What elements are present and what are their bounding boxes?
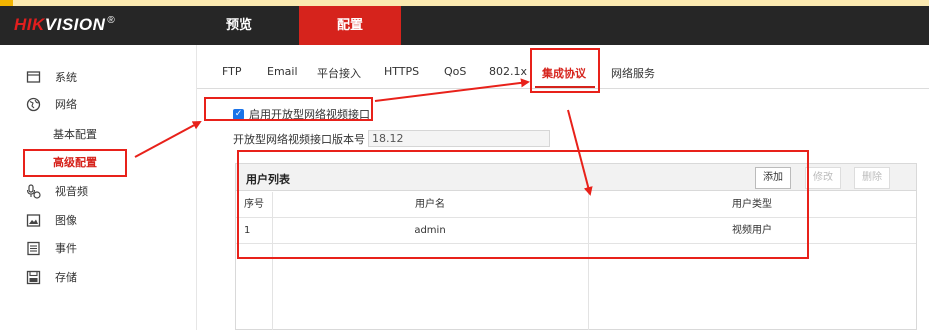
sidebar-item-basic-config[interactable]: 基本配置	[0, 123, 196, 145]
column-header-user-type: 用户类型	[732, 199, 772, 210]
column-divider	[588, 192, 589, 330]
sidebar-item-network[interactable]: 网络	[0, 93, 196, 115]
sidebar-item-label: 存储	[55, 271, 77, 284]
table-row[interactable]: 1 admin 视频用户	[236, 218, 916, 244]
column-divider	[272, 192, 273, 330]
user-table: 序号 用户名 用户类型 1 admin 视频用户	[236, 192, 916, 244]
main-content: FTP Email 平台接入 HTTPS QoS 802.1x 集成协议 网络服…	[196, 45, 929, 330]
sidebar-item-image[interactable]: 图像	[0, 209, 196, 231]
sidebar-item-label: 图像	[55, 214, 77, 227]
cell-username: admin	[414, 225, 446, 236]
user-list-header: 用户列表 添加 修改 删除	[236, 164, 916, 191]
cell-user-type: 视频用户	[732, 225, 772, 236]
tab-ftp[interactable]: FTP	[222, 65, 242, 78]
sidebar-item-advanced-config[interactable]: 高级配置	[0, 151, 196, 173]
microphone-camera-icon	[26, 184, 41, 199]
tab-8021x[interactable]: 802.1x	[489, 65, 527, 78]
tab-integration-protocol[interactable]: 集成协议	[542, 65, 586, 81]
active-tab-underline	[535, 86, 595, 88]
column-header-username: 用户名	[415, 199, 445, 210]
sidebar-item-label: 高级配置	[53, 156, 97, 169]
tab-network-service[interactable]: 网络服务	[611, 65, 655, 81]
document-list-icon	[27, 241, 40, 256]
sidebar-item-label: 网络	[55, 98, 77, 111]
globe-icon	[26, 97, 41, 112]
tab-email[interactable]: Email	[267, 65, 298, 78]
hikvision-logo: HIKVISION ®	[14, 15, 116, 34]
onvif-version-label: 开放型网络视频接口版本号	[233, 132, 365, 146]
cell-no: 1	[244, 225, 251, 236]
tab-https[interactable]: HTTPS	[384, 65, 419, 78]
nav-preview[interactable]: 预览	[196, 6, 282, 45]
onvif-version-field: 18.12	[368, 130, 550, 147]
sidebar-item-label: 视音频	[55, 185, 88, 198]
add-user-button[interactable]: 添加	[755, 167, 791, 189]
hikvision-config-page: HIKVISION ® 预览 配置 系统 网络 基本配置 高级配置 视音频 图像…	[0, 0, 929, 330]
enable-onvif-row: ✓ 启用开放型网络视频接口	[233, 106, 370, 122]
sidebar: 系统 网络 基本配置 高级配置 视音频 图像 事件 存储	[0, 45, 196, 330]
onvif-version-row: 开放型网络视频接口版本号 18.12	[233, 130, 550, 147]
sidebar-item-storage[interactable]: 存储	[0, 266, 196, 288]
floppy-disk-icon	[26, 270, 41, 285]
image-icon	[26, 214, 41, 227]
user-list-panel: 用户列表 添加 修改 删除 序号 用户名 用户类型 1 admin 视频用户	[235, 163, 917, 330]
app-header: HIKVISION ® 预览 配置	[0, 6, 929, 45]
user-list-title: 用户列表	[246, 173, 290, 186]
sidebar-item-label: 基本配置	[53, 128, 97, 141]
sidebar-item-label: 系统	[55, 71, 77, 84]
column-header-no: 序号	[244, 199, 264, 210]
sidebar-item-system[interactable]: 系统	[0, 66, 196, 88]
tab-qos[interactable]: QoS	[444, 65, 466, 78]
tab-bar: FTP Email 平台接入 HTTPS QoS 802.1x 集成协议 网络服…	[197, 45, 929, 89]
sidebar-item-event[interactable]: 事件	[0, 237, 196, 259]
delete-user-button[interactable]: 删除	[854, 167, 890, 189]
enable-onvif-label[interactable]: 启用开放型网络视频接口	[249, 106, 370, 122]
nav-config[interactable]: 配置	[299, 6, 401, 45]
edit-user-button[interactable]: 修改	[805, 167, 841, 189]
sidebar-item-label: 事件	[55, 242, 77, 255]
sidebar-item-video-audio[interactable]: 视音频	[0, 180, 196, 202]
table-header-row: 序号 用户名 用户类型	[236, 192, 916, 218]
enable-onvif-checkbox[interactable]: ✓	[233, 108, 244, 120]
tab-platform-access[interactable]: 平台接入	[317, 65, 361, 81]
monitor-icon	[26, 71, 41, 83]
